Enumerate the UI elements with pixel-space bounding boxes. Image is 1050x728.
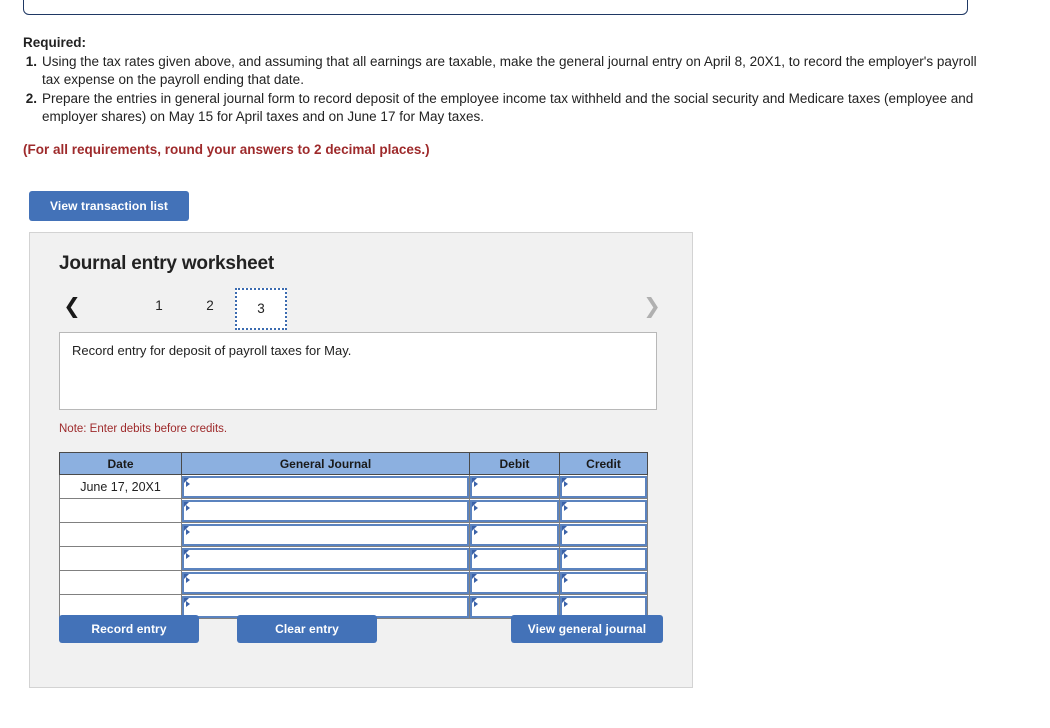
row-3-credit-input[interactable]: [560, 523, 647, 546]
required-heading: Required:: [23, 35, 87, 50]
row-1-debit-cell[interactable]: [469, 474, 560, 499]
row-2-date-cell[interactable]: [59, 498, 182, 523]
row-3-debit-input[interactable]: [470, 523, 559, 546]
row-2-debit-cell[interactable]: [469, 498, 560, 523]
table-row: June 17, 20X1: [59, 474, 648, 499]
row-5-account-cell[interactable]: [181, 570, 470, 595]
row-4-account-cell[interactable]: [181, 546, 470, 571]
required-item-2-text: Prepare the entries in general journal f…: [42, 91, 974, 124]
worksheet-tab-bar: ❮ 1 2 3 ❯: [59, 288, 665, 330]
journal-entry-worksheet-panel: Journal entry worksheet ❮ 1 2 3 ❯ Record…: [29, 232, 693, 688]
required-item-2-number: 2.: [25, 91, 37, 106]
journal-table-header-row: Date General Journal Debit Credit: [59, 452, 648, 475]
row-4-account-input[interactable]: [182, 547, 469, 570]
required-item-1-number: 1.: [25, 54, 37, 69]
row-3-account-cell[interactable]: [181, 522, 470, 547]
next-entry-chevron-right-icon[interactable]: ❯: [639, 288, 665, 324]
worksheet-title: Journal entry worksheet: [59, 253, 275, 274]
truncated-upper-panel: [23, 0, 968, 15]
row-5-debit-input[interactable]: [470, 571, 559, 594]
row-4-date-cell[interactable]: [59, 546, 182, 571]
row-3-account-input[interactable]: [182, 523, 469, 546]
row-4-debit-cell[interactable]: [469, 546, 560, 571]
column-header-debit: Debit: [469, 452, 560, 475]
row-2-debit-input[interactable]: [470, 499, 559, 522]
row-4-debit-input[interactable]: [470, 547, 559, 570]
worksheet-tab-3[interactable]: 3: [235, 288, 287, 330]
required-item-1-text: Using the tax rates given above, and ass…: [42, 54, 977, 87]
row-1-debit-input[interactable]: [470, 475, 559, 498]
row-1-credit-input[interactable]: [560, 475, 647, 498]
row-4-credit-input[interactable]: [560, 547, 647, 570]
row-1-account-input[interactable]: [182, 475, 469, 498]
previous-entry-chevron-left-icon[interactable]: ❮: [59, 288, 85, 324]
row-5-account-input[interactable]: [182, 571, 469, 594]
row-2-credit-cell[interactable]: [559, 498, 648, 523]
column-header-date: Date: [59, 452, 182, 475]
journal-entry-table: Date General Journal Debit Credit June 1…: [59, 452, 648, 619]
row-2-credit-input[interactable]: [560, 499, 647, 522]
rounding-instruction: (For all requirements, round your answer…: [23, 142, 430, 157]
row-4-credit-cell[interactable]: [559, 546, 648, 571]
entry-description-box: Record entry for deposit of payroll taxe…: [59, 332, 657, 410]
required-item-1: 1. Using the tax rates given above, and …: [23, 53, 983, 89]
record-entry-button[interactable]: Record entry: [59, 615, 199, 643]
row-1-credit-cell[interactable]: [559, 474, 648, 499]
worksheet-tab-2[interactable]: 2: [184, 288, 236, 324]
view-general-journal-button[interactable]: View general journal: [511, 615, 663, 643]
clear-entry-button[interactable]: Clear entry: [237, 615, 377, 643]
table-row: [59, 522, 648, 547]
row-3-date-cell[interactable]: [59, 522, 182, 547]
row-1-account-cell[interactable]: [181, 474, 470, 499]
table-row: [59, 498, 648, 523]
view-transaction-list-button[interactable]: View transaction list: [29, 191, 189, 221]
row-3-debit-cell[interactable]: [469, 522, 560, 547]
row-2-account-input[interactable]: [182, 499, 469, 522]
table-row: [59, 570, 648, 595]
row-1-date-cell[interactable]: June 17, 20X1: [59, 474, 182, 499]
row-3-credit-cell[interactable]: [559, 522, 648, 547]
required-item-2: 2. Prepare the entries in general journa…: [23, 90, 983, 126]
worksheet-tab-1[interactable]: 1: [133, 288, 185, 324]
required-section: Required: 1. Using the tax rates given a…: [23, 34, 983, 126]
row-5-credit-cell[interactable]: [559, 570, 648, 595]
row-2-account-cell[interactable]: [181, 498, 470, 523]
debits-before-credits-note: Note: Enter debits before credits.: [59, 423, 228, 435]
row-5-debit-cell[interactable]: [469, 570, 560, 595]
row-5-date-cell[interactable]: [59, 570, 182, 595]
row-5-credit-input[interactable]: [560, 571, 647, 594]
column-header-general-journal: General Journal: [181, 452, 470, 475]
table-row: [59, 546, 648, 571]
column-header-credit: Credit: [559, 452, 648, 475]
